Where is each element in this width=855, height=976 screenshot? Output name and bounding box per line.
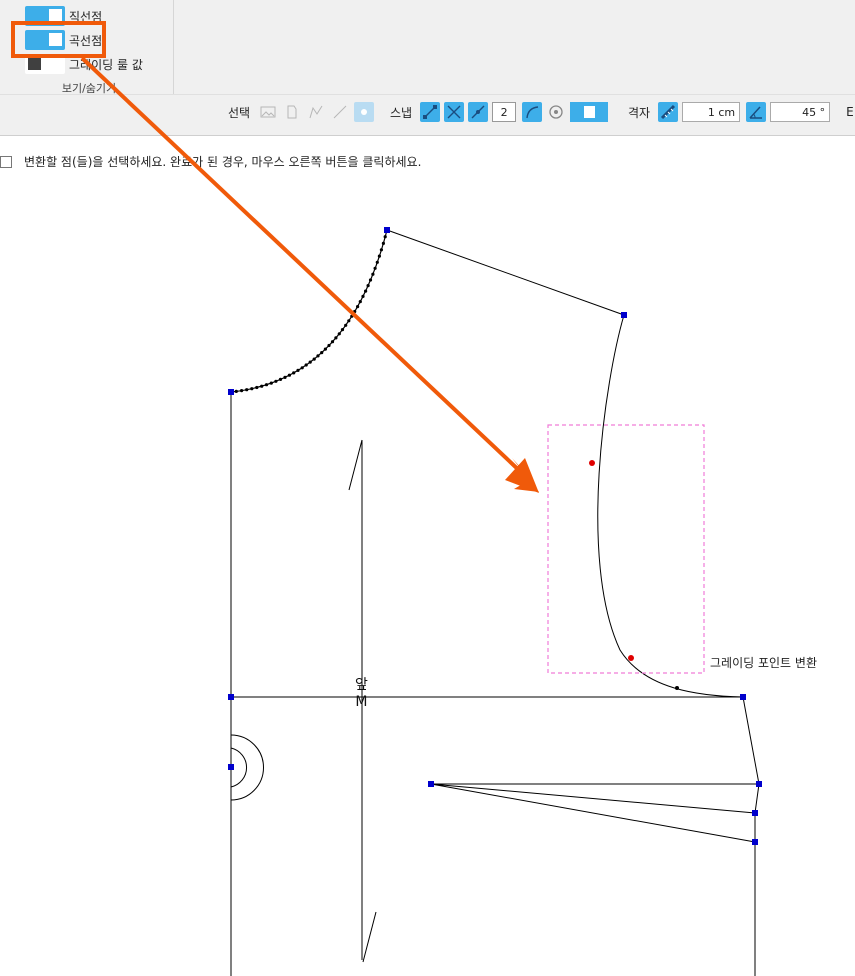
neckline-points [234,235,387,393]
point-neck-shoulder[interactable] [384,227,390,233]
neckline-dot [364,289,368,293]
neckline-dot [371,272,375,276]
neckline-dot [379,248,383,252]
neckline-dot [240,389,244,393]
neckline-dot [278,377,283,381]
neckline-dot [274,379,278,383]
neckline-dot [381,241,385,245]
point-button[interactable] [228,764,234,770]
piece-label: 앞 M [355,677,368,711]
corner-points[interactable] [228,227,762,845]
neckline-dot [264,383,269,387]
neckline-dot [344,323,348,327]
neckline-dot [283,375,287,379]
neckline-dot [330,340,335,344]
neckline-dot [337,332,341,336]
point-center-chest[interactable] [228,694,234,700]
neckline-dot [250,387,254,391]
neckline-dot [312,357,316,361]
neckline-dot [334,336,338,340]
side-seam[interactable] [742,696,760,976]
neckline-dot [368,278,373,282]
neckline-dot [361,294,365,298]
neckline-dot [300,366,304,370]
neckline-curve[interactable] [230,229,388,393]
neckline-dot [296,368,300,372]
grain-arrow-bottom [362,911,377,963]
shoulder-line[interactable] [386,229,625,316]
neckline-dot [327,343,331,348]
neckline-dot [356,305,360,309]
neckline-dot [304,363,308,367]
point-dart-mid[interactable] [752,810,758,816]
neckline-dot [316,354,320,358]
neckline-dot [347,319,351,323]
neckline-dot [320,351,324,355]
neckline-dot [358,300,362,304]
annotation-arrow-line [80,56,525,476]
point-underarm[interactable] [740,694,746,700]
neckline-dot [234,389,238,393]
neckline-dot [377,254,381,258]
point-shoulder-tip[interactable] [621,312,627,318]
piece-size: M [355,694,368,710]
neckline-dot [373,266,377,270]
grading-selection-box [547,424,705,674]
point-dart-apex[interactable] [428,781,434,787]
highlight-box [11,21,106,58]
point-center-neck[interactable] [228,389,234,395]
neckline-dot [383,235,387,239]
pattern-canvas[interactable] [0,0,855,976]
neckline-dot [287,373,291,377]
point-dart-top[interactable] [756,781,762,787]
curve-point-upper[interactable] [589,460,595,466]
armhole-curve[interactable] [597,314,744,698]
neckline-dot [292,371,296,375]
point-dart-bottom[interactable] [752,839,758,845]
neckline-dot [255,385,259,390]
neckline-dot [269,381,273,385]
neckline-dot [375,260,379,264]
neckline-dot [308,360,312,364]
neckline-dot [340,328,345,332]
grain-arrow-top [348,439,363,491]
neckline-dot [245,388,249,392]
piece-name: 앞 [355,677,368,693]
curve-point-lower[interactable] [628,655,634,661]
neckline-dot [366,284,370,288]
curve-point-small[interactable] [675,686,679,690]
dart-lines[interactable] [430,783,759,843]
neckline-dot [260,384,264,388]
button-arc-outer [230,734,264,801]
neckline-dot [323,347,327,351]
grading-point-label: 그레이딩 포인트 변환 [710,656,817,670]
